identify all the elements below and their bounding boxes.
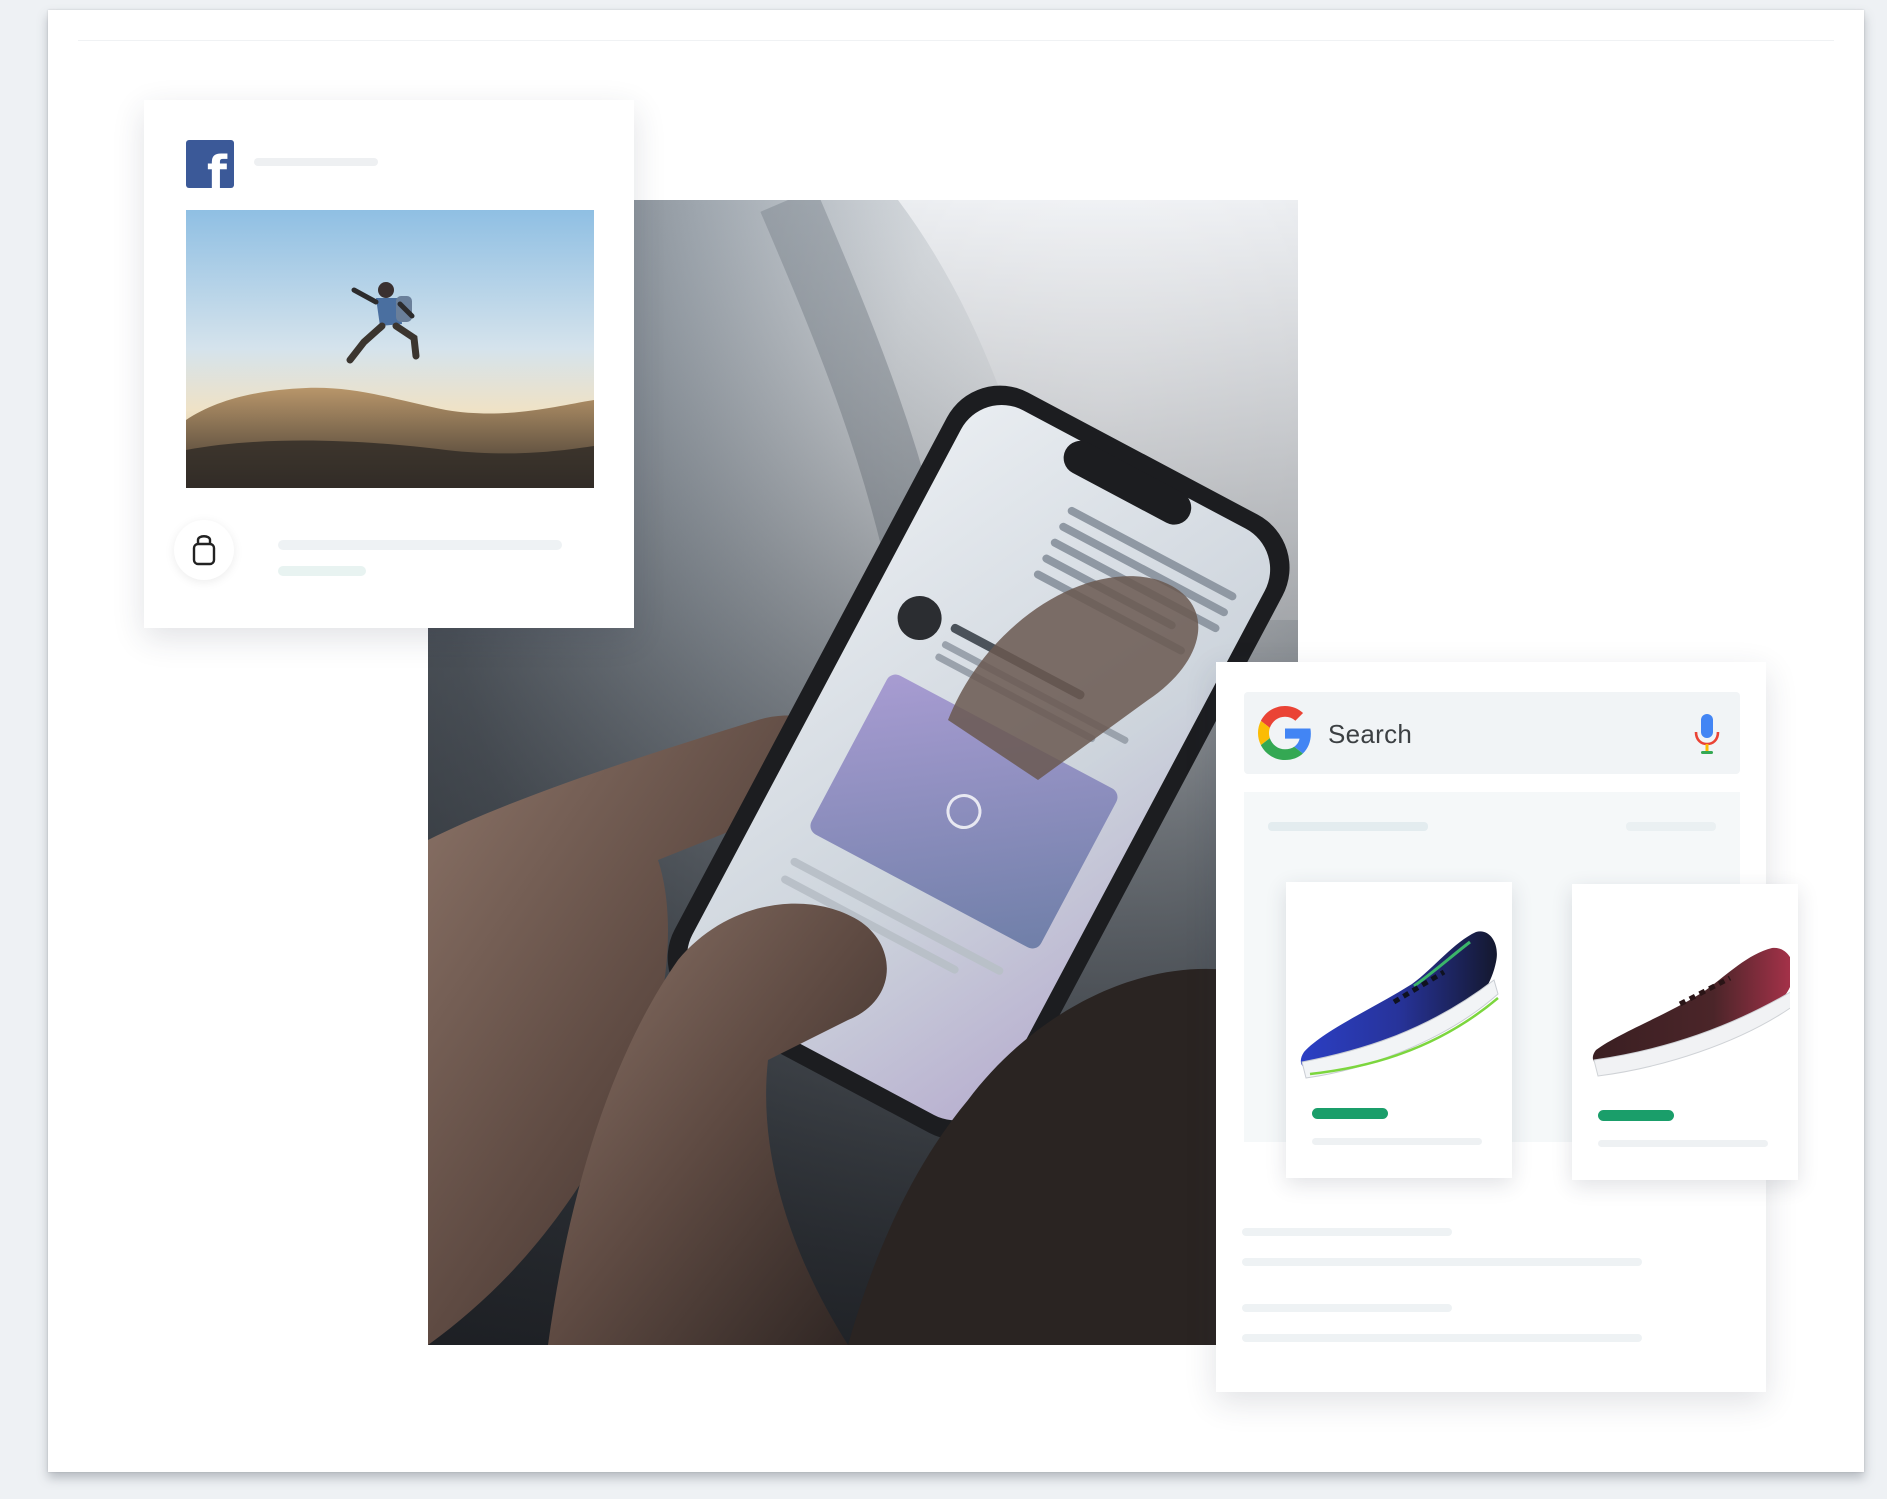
- placeholder-text-line: [1312, 1138, 1482, 1145]
- facebook-ad-card: f: [144, 100, 634, 628]
- placeholder-text-line: [1242, 1228, 1452, 1236]
- placeholder-text-line: [1598, 1140, 1768, 1147]
- placeholder-text-line: [1242, 1258, 1642, 1266]
- placeholder-text-line: [1268, 822, 1428, 831]
- placeholder-title-line: [254, 158, 378, 166]
- shop-now-button[interactable]: [174, 520, 234, 580]
- microphone-icon[interactable]: [1692, 712, 1722, 756]
- placeholder-text-line: [1242, 1304, 1452, 1312]
- blue-sneaker-image: [1300, 931, 1499, 1079]
- placeholder-text-line: [1626, 822, 1716, 831]
- price-indicator: [1598, 1110, 1674, 1121]
- search-placeholder: Search: [1328, 719, 1413, 749]
- placeholder-text-line: [1242, 1334, 1642, 1342]
- product-card-maroon-sneaker[interactable]: [1572, 884, 1798, 1180]
- placeholder-text-line: [278, 540, 562, 550]
- price-indicator: [1312, 1108, 1388, 1119]
- google-search-bar[interactable]: Search: [1244, 692, 1740, 774]
- ad-photo-jumping-person: [186, 210, 594, 488]
- product-card-blue-sneaker[interactable]: [1286, 882, 1512, 1178]
- google-g-icon: [1258, 706, 1311, 760]
- facebook-logo-glyph: f: [206, 146, 227, 188]
- shopping-bag-icon: [192, 535, 216, 566]
- jumping-person-graphic: [186, 210, 594, 488]
- placeholder-text-line: [278, 566, 366, 576]
- facebook-logo-icon: f: [186, 140, 234, 188]
- frame-divider: [78, 40, 1834, 41]
- maroon-sneaker-image: [1592, 947, 1790, 1077]
